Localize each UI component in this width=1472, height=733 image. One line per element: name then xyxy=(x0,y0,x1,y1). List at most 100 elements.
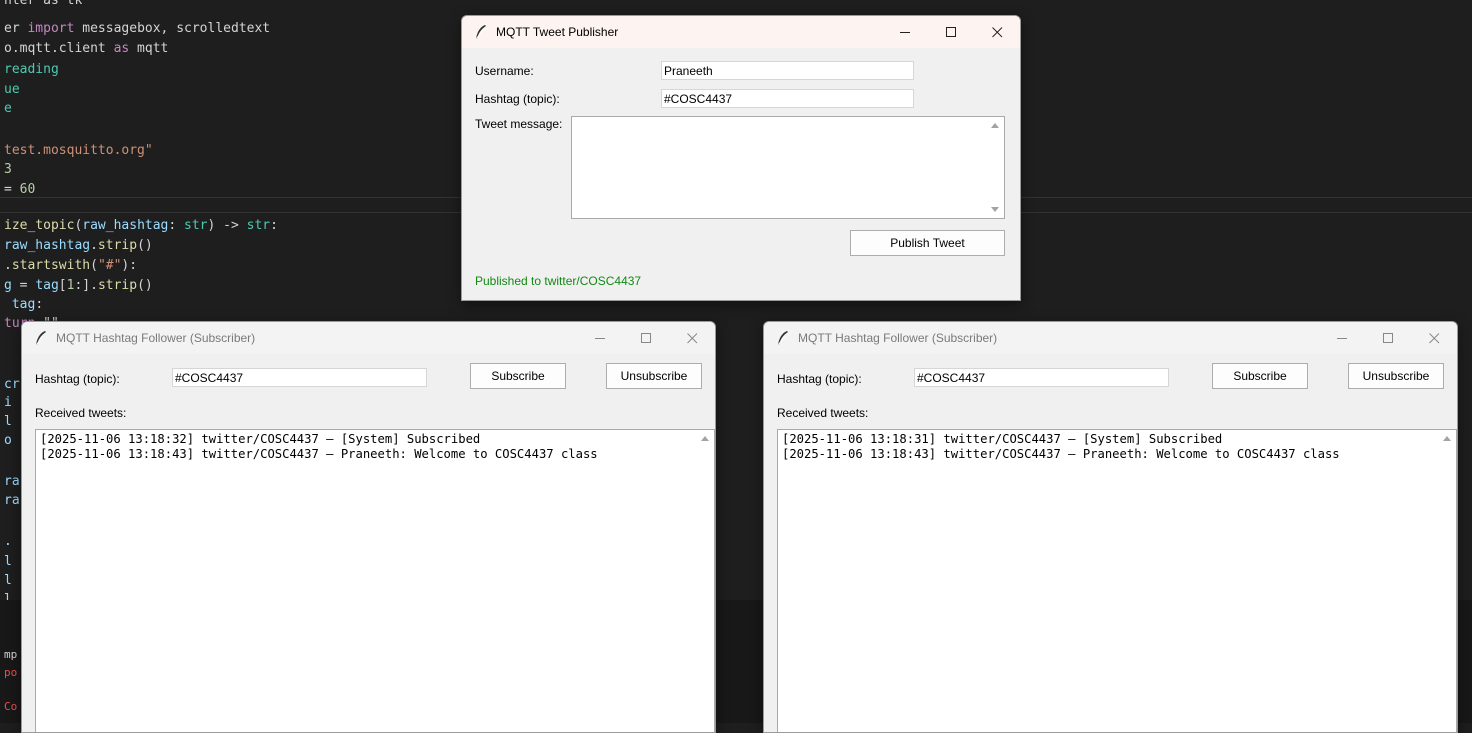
scroll-down-icon[interactable] xyxy=(991,207,999,212)
hashtag-input[interactable] xyxy=(661,89,914,108)
maximize-icon xyxy=(1382,332,1393,343)
received-tweets-text[interactable]: [2025-11-06 13:18:31] twitter/COSC4437 —… xyxy=(778,430,1439,732)
code-token: : xyxy=(35,297,44,312)
minimize-button[interactable] xyxy=(882,16,928,48)
code-token: () xyxy=(137,278,153,293)
tweet-message-text[interactable] xyxy=(572,117,987,218)
code-token: str xyxy=(246,218,271,233)
unsubscribe-button[interactable]: Unsubscribe xyxy=(606,363,702,389)
minimize-icon xyxy=(1336,337,1347,339)
code-line: .startswith("#"): xyxy=(4,256,137,275)
code-line: o.mqtt.client as mqtt xyxy=(4,39,168,58)
code-token: er xyxy=(4,21,28,36)
username-input[interactable] xyxy=(661,61,914,80)
code-fragment: l xyxy=(4,414,12,429)
minimize-icon xyxy=(899,31,910,33)
hashtag-input[interactable] xyxy=(914,368,1169,387)
code-token: as xyxy=(113,41,130,56)
maximize-button[interactable] xyxy=(928,16,974,48)
tweet-message-textarea[interactable] xyxy=(571,116,1005,219)
hashtag-label: Hashtag (topic): xyxy=(777,372,862,386)
code-fragment: ra xyxy=(4,474,20,489)
code-token: = xyxy=(11,278,36,293)
maximize-button[interactable] xyxy=(1365,322,1411,354)
maximize-icon xyxy=(640,332,651,343)
received-tweets-log[interactable]: [2025-11-06 13:18:32] twitter/COSC4437 —… xyxy=(35,429,715,732)
subscribe-button[interactable]: Subscribe xyxy=(1212,363,1308,389)
feather-icon xyxy=(35,331,46,346)
close-button[interactable] xyxy=(974,16,1020,48)
code-token: [ xyxy=(58,278,67,293)
scroll-up-icon[interactable] xyxy=(1443,436,1451,441)
code-token: str xyxy=(184,218,208,233)
publisher-titlebar[interactable]: MQTT Tweet Publisher xyxy=(462,16,1020,48)
received-tweets-label: Received tweets: xyxy=(35,406,127,420)
code-token: () xyxy=(137,238,153,253)
code-fragment: . xyxy=(4,534,12,549)
code-token: startswith xyxy=(11,258,91,273)
code-token: o.mqtt.client xyxy=(4,41,114,56)
code-line: ue xyxy=(4,80,20,99)
code-token: . xyxy=(90,238,98,253)
window-title: MQTT Hashtag Follower (Subscriber) xyxy=(56,331,256,345)
close-button[interactable] xyxy=(669,322,715,354)
minimize-button[interactable] xyxy=(577,322,623,354)
close-icon xyxy=(1428,332,1439,343)
code-fragment: o xyxy=(4,433,12,448)
subscriber-window-left: MQTT Hashtag Follower (Subscriber) Hasht… xyxy=(21,321,716,733)
received-tweets-scrollbar[interactable] xyxy=(697,430,714,732)
code-token: e xyxy=(4,101,12,116)
unsubscribe-button[interactable]: Unsubscribe xyxy=(1348,363,1444,389)
scroll-up-icon[interactable] xyxy=(991,123,999,128)
close-icon xyxy=(991,26,1002,37)
code-token: ize_topic xyxy=(4,218,75,233)
code-token: . xyxy=(4,258,12,273)
code-token: = xyxy=(4,182,20,197)
code-token: ( xyxy=(90,258,98,273)
window-title: MQTT Hashtag Follower (Subscriber) xyxy=(798,331,998,345)
subscriber-titlebar[interactable]: MQTT Hashtag Follower (Subscriber) xyxy=(22,322,715,354)
code-token: ue xyxy=(4,82,20,97)
terminal-fragment: Co xyxy=(4,700,18,713)
close-icon xyxy=(686,332,697,343)
username-label: Username: xyxy=(475,64,534,78)
code-token: tag xyxy=(11,297,36,312)
window-title: MQTT Tweet Publisher xyxy=(496,25,619,39)
code-token: reading xyxy=(4,62,59,77)
subscriber-titlebar[interactable]: MQTT Hashtag Follower (Subscriber) xyxy=(764,322,1457,354)
code-token: test.mosquitto.org" xyxy=(4,143,153,158)
terminal-fragment: mp xyxy=(4,648,18,661)
subscribe-button[interactable]: Subscribe xyxy=(470,363,566,389)
code-token: strip xyxy=(97,278,138,293)
publisher-window: MQTT Tweet Publisher Username: Hashtag (… xyxy=(461,15,1021,301)
code-token: g xyxy=(4,278,12,293)
received-tweets-label: Received tweets: xyxy=(777,406,869,420)
minimize-icon xyxy=(594,337,605,339)
received-tweets-log[interactable]: [2025-11-06 13:18:31] twitter/COSC4437 —… xyxy=(777,429,1457,732)
publish-tweet-button[interactable]: Publish Tweet xyxy=(850,230,1005,256)
code-token: : xyxy=(168,218,185,233)
tweet-message-label: Tweet message: xyxy=(475,117,563,131)
code-fragment: ra xyxy=(4,493,20,508)
scroll-up-icon[interactable] xyxy=(701,436,709,441)
tweet-message-scrollbar[interactable] xyxy=(987,117,1004,218)
code-token: import xyxy=(27,21,75,36)
received-tweets-text[interactable]: [2025-11-06 13:18:32] twitter/COSC4437 —… xyxy=(36,430,697,732)
minimize-button[interactable] xyxy=(1319,322,1365,354)
code-line: tag: xyxy=(4,295,43,314)
code-line: test.mosquitto.org" xyxy=(4,141,153,160)
status-message: Published to twitter/COSC4437 xyxy=(475,274,642,288)
hashtag-label: Hashtag (topic): xyxy=(475,92,560,106)
maximize-button[interactable] xyxy=(623,322,669,354)
code-line: e xyxy=(4,99,12,118)
close-button[interactable] xyxy=(1411,322,1457,354)
code-line: raw_hashtag.strip() xyxy=(4,236,153,255)
received-tweets-scrollbar[interactable] xyxy=(1439,430,1456,732)
maximize-icon xyxy=(945,26,956,37)
code-fragment: l xyxy=(4,573,12,588)
code-token: messagebox, scrolledtext xyxy=(74,21,271,36)
code-line: 3 xyxy=(4,160,12,179)
hashtag-input[interactable] xyxy=(172,368,427,387)
code-token: "#" xyxy=(97,258,122,273)
